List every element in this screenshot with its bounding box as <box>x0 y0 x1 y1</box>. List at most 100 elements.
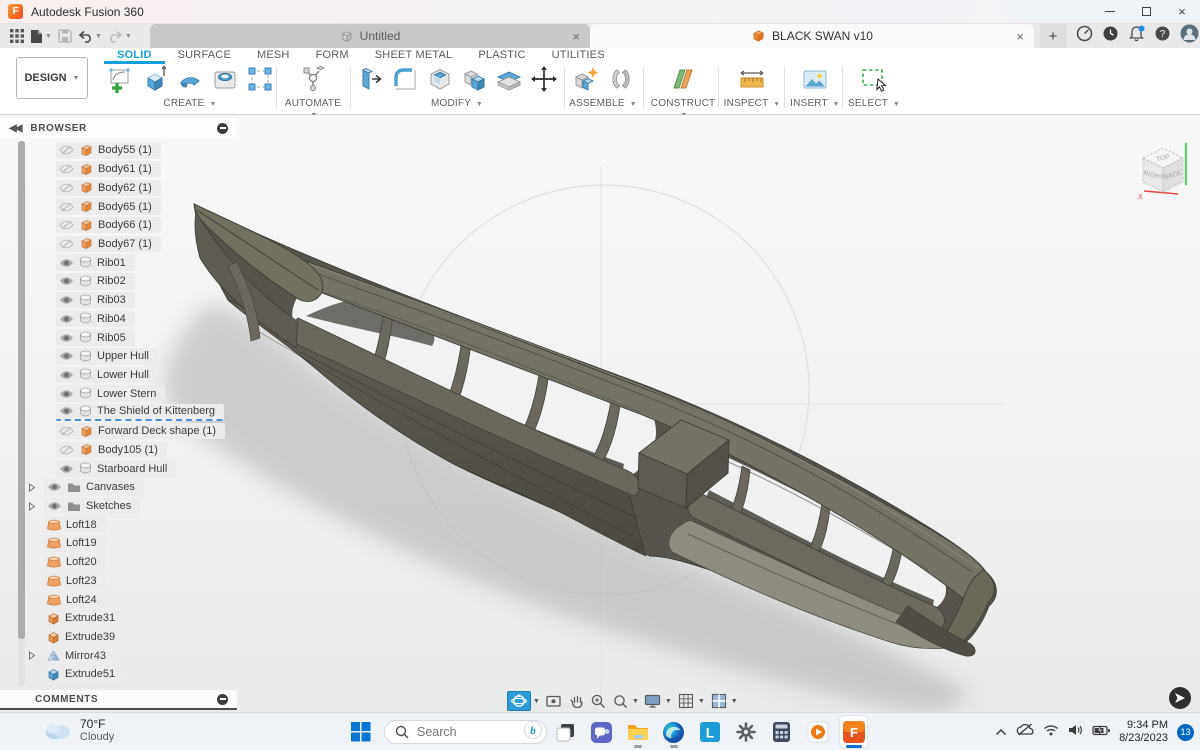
fusion-360-taskbar-button[interactable]: F <box>840 716 867 748</box>
visibility-eye-toggle[interactable] <box>59 239 74 249</box>
help-icon[interactable]: ? <box>1154 25 1171 47</box>
group-label-inspect[interactable]: INSPECT ▼ <box>722 98 782 109</box>
browser-item-starboard-hull[interactable]: Starboard Hull <box>56 460 176 477</box>
onedrive-paused-icon[interactable] <box>1016 723 1034 741</box>
quick-share-button[interactable] <box>1169 687 1191 709</box>
wifi-icon[interactable] <box>1043 723 1059 741</box>
collapse-panel-icon[interactable]: ◀◀ <box>9 123 20 134</box>
split-body-button[interactable] <box>493 63 525 95</box>
visibility-eye-toggle[interactable] <box>59 183 74 193</box>
visibility-eye-toggle[interactable] <box>59 426 74 436</box>
construct-plane-button[interactable] <box>667 63 699 95</box>
visibility-eye-toggle[interactable] <box>59 389 74 399</box>
browser-item-body61-1-[interactable]: Body61 (1) <box>56 161 161 178</box>
panel-options-icon[interactable] <box>217 694 228 705</box>
group-label-insert[interactable]: INSERT ▼ <box>788 98 842 109</box>
save-button[interactable] <box>56 27 74 45</box>
visibility-eye-toggle[interactable] <box>59 220 74 230</box>
settings-button[interactable] <box>732 716 759 748</box>
visibility-eye-toggle[interactable] <box>47 501 62 511</box>
browser-item-body55-1-[interactable]: Body55 (1) <box>56 142 161 159</box>
browser-item-body65-1-[interactable]: Body65 (1) <box>56 198 161 215</box>
browser-item-loft19[interactable]: Loft19 <box>44 535 106 552</box>
shell-button[interactable] <box>424 63 456 95</box>
browser-item-loft18[interactable]: Loft18 <box>44 516 106 533</box>
press-pull-button[interactable] <box>354 63 386 95</box>
caret-down-icon[interactable]: ▼ <box>533 698 540 705</box>
browser-item-body62-1-[interactable]: Body62 (1) <box>56 180 161 197</box>
joint-button[interactable] <box>605 63 637 95</box>
browser-item-lower-hull[interactable]: Lower Hull <box>56 367 158 384</box>
browser-item-mirror43[interactable]: Mirror43 <box>44 648 115 665</box>
browser-item-loft23[interactable]: Loft23 <box>44 573 106 590</box>
visibility-eye-toggle[interactable] <box>59 164 74 174</box>
browser-item-rib04[interactable]: Rib04 <box>56 311 135 328</box>
ribbon-tab-plastic[interactable]: PLASTIC <box>465 48 538 64</box>
fillet-button[interactable] <box>389 63 421 95</box>
automate-button[interactable] <box>297 63 329 95</box>
browser-item-forward-deck-shape-1-[interactable]: Forward Deck shape (1) <box>56 423 225 440</box>
browser-item-body105-1-[interactable]: Body105 (1) <box>56 442 167 459</box>
display-settings-button[interactable] <box>643 691 663 711</box>
start-button[interactable] <box>350 721 371 747</box>
battery-charging-icon[interactable] <box>1092 723 1110 741</box>
media-player-button[interactable] <box>804 716 831 748</box>
expander-icon[interactable] <box>28 651 38 660</box>
bing-icon[interactable]: b <box>524 721 542 744</box>
visibility-eye-toggle[interactable] <box>59 145 74 155</box>
visibility-eye-toggle[interactable] <box>59 314 74 324</box>
group-label-create[interactable]: CREATE ▼ <box>104 98 276 109</box>
view-cube[interactable]: X TOP RIGHT BACK <box>1124 125 1200 207</box>
ribbon-tab-utilities[interactable]: UTILITIES <box>539 48 618 64</box>
move-copy-button[interactable] <box>528 63 560 95</box>
redo-button[interactable]: ▼ <box>106 27 134 45</box>
hole-button[interactable] <box>209 63 241 95</box>
browser-item-rib03[interactable]: Rib03 <box>56 292 135 309</box>
browser-item-loft24[interactable]: Loft24 <box>44 591 106 608</box>
taskbar-search[interactable]: b <box>384 720 547 744</box>
insert-image-button[interactable] <box>799 63 831 95</box>
group-label-modify[interactable]: MODIFY ▼ <box>354 98 560 109</box>
expander-icon[interactable] <box>28 483 38 492</box>
notification-bell-icon[interactable] <box>1128 25 1145 47</box>
browser-item-body66-1-[interactable]: Body66 (1) <box>56 217 161 234</box>
ribbon-tab-sheet-metal[interactable]: SHEET METAL <box>362 48 466 64</box>
close-tab-icon[interactable]: × <box>1016 29 1024 44</box>
close-tab-icon[interactable]: × <box>572 29 580 44</box>
look-at-button[interactable] <box>544 691 564 711</box>
visibility-eye-toggle[interactable] <box>59 258 74 268</box>
measure-button[interactable] <box>736 63 768 95</box>
viewport-canvas[interactable]: X TOP RIGHT BACK ◀◀ BROWSER Body55 (1)Bo… <box>0 115 1200 712</box>
clock-history-icon[interactable] <box>1102 25 1119 47</box>
new-component-button[interactable] <box>570 63 602 95</box>
app-grid-icon[interactable] <box>8 27 26 45</box>
tab-black-swan-v10[interactable]: BLACK SWAN v10 × <box>590 24 1034 48</box>
browser-item-upper-hull[interactable]: Upper Hull <box>56 348 158 365</box>
close-button[interactable]: × <box>1164 0 1200 23</box>
browser-item-extrude39[interactable]: Extrude39 <box>44 629 124 646</box>
browser-item-rib02[interactable]: Rib02 <box>56 273 135 290</box>
browser-item-rib05[interactable]: Rib05 <box>56 329 135 346</box>
job-status-icon[interactable] <box>1076 25 1093 47</box>
comments-bar[interactable]: COMMENTS <box>0 690 237 710</box>
rectangular-pattern-button[interactable] <box>244 63 276 95</box>
l-app-button[interactable]: L <box>696 716 723 748</box>
caret-down-icon[interactable]: ▼ <box>731 698 738 705</box>
browser-item-loft20[interactable]: Loft20 <box>44 554 106 571</box>
caret-down-icon[interactable]: ▼ <box>665 698 672 705</box>
file-menu-button[interactable]: ▼ <box>28 27 54 45</box>
weather-widget[interactable]: 70°F Cloudy <box>42 717 114 743</box>
task-view-button[interactable] <box>552 716 579 748</box>
visibility-eye-toggle[interactable] <box>59 445 74 455</box>
teams-chat-button[interactable] <box>588 716 615 748</box>
ribbon-tab-solid[interactable]: SOLID <box>104 48 165 64</box>
browser-item-canvases[interactable]: Canvases <box>44 479 144 496</box>
group-label-select[interactable]: SELECT ▼ <box>846 98 902 109</box>
tab-untitled[interactable]: Untitled × <box>150 24 590 48</box>
browser-item-rib01[interactable]: Rib01 <box>56 254 135 271</box>
notification-count-badge[interactable]: 13 <box>1177 724 1194 741</box>
group-label-assemble[interactable]: ASSEMBLE ▼ <box>568 98 638 109</box>
ribbon-tab-form[interactable]: FORM <box>303 48 362 64</box>
visibility-eye-toggle[interactable] <box>59 370 74 380</box>
undo-button[interactable]: ▼ <box>76 27 104 45</box>
